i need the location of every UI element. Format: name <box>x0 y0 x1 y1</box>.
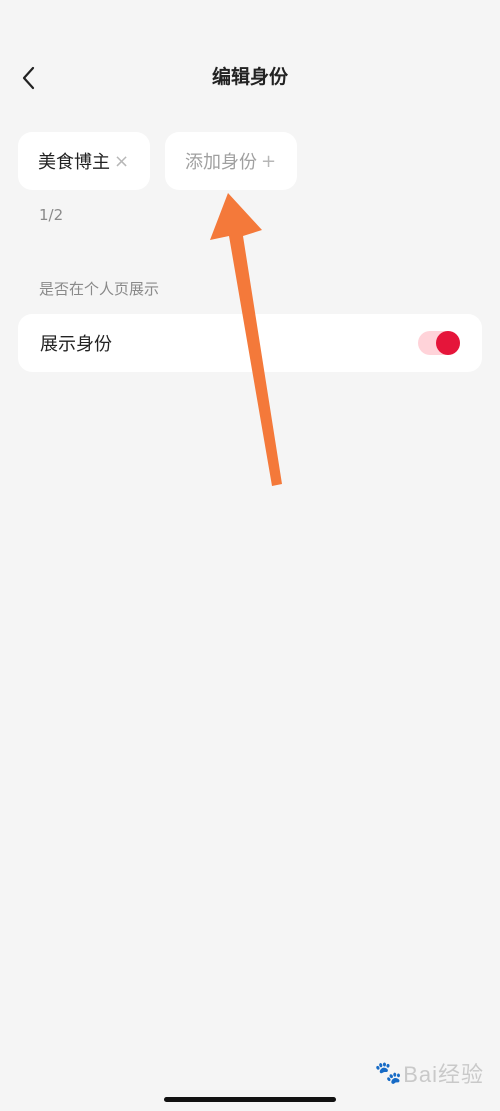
identity-count: 1/2 <box>39 206 64 224</box>
show-identity-toggle[interactable] <box>418 331 460 355</box>
plus-icon: + <box>261 150 277 172</box>
section-label: 是否在个人页展示 <box>39 280 160 298</box>
watermark-logo: 🐾 Bai经验 <box>375 1057 484 1089</box>
show-identity-row: 展示身份 <box>18 314 482 372</box>
add-identity-label: 添加身份 <box>185 152 257 173</box>
show-identity-label: 展示身份 <box>40 334 112 355</box>
identity-chip-label: 美食博主 <box>38 152 110 173</box>
add-identity-button[interactable]: 添加身份 + <box>165 132 297 190</box>
page-title: 编辑身份 <box>211 66 288 88</box>
top-bar: 编辑身份 <box>0 0 500 140</box>
close-icon[interactable]: × <box>114 151 129 172</box>
watermark-text: Bai经验 <box>403 1062 484 1087</box>
identity-chip-food-blogger[interactable]: 美食博主 × <box>18 132 150 190</box>
paw-icon: 🐾 <box>374 1060 404 1085</box>
home-indicator <box>164 1097 336 1102</box>
toggle-knob <box>436 331 460 355</box>
